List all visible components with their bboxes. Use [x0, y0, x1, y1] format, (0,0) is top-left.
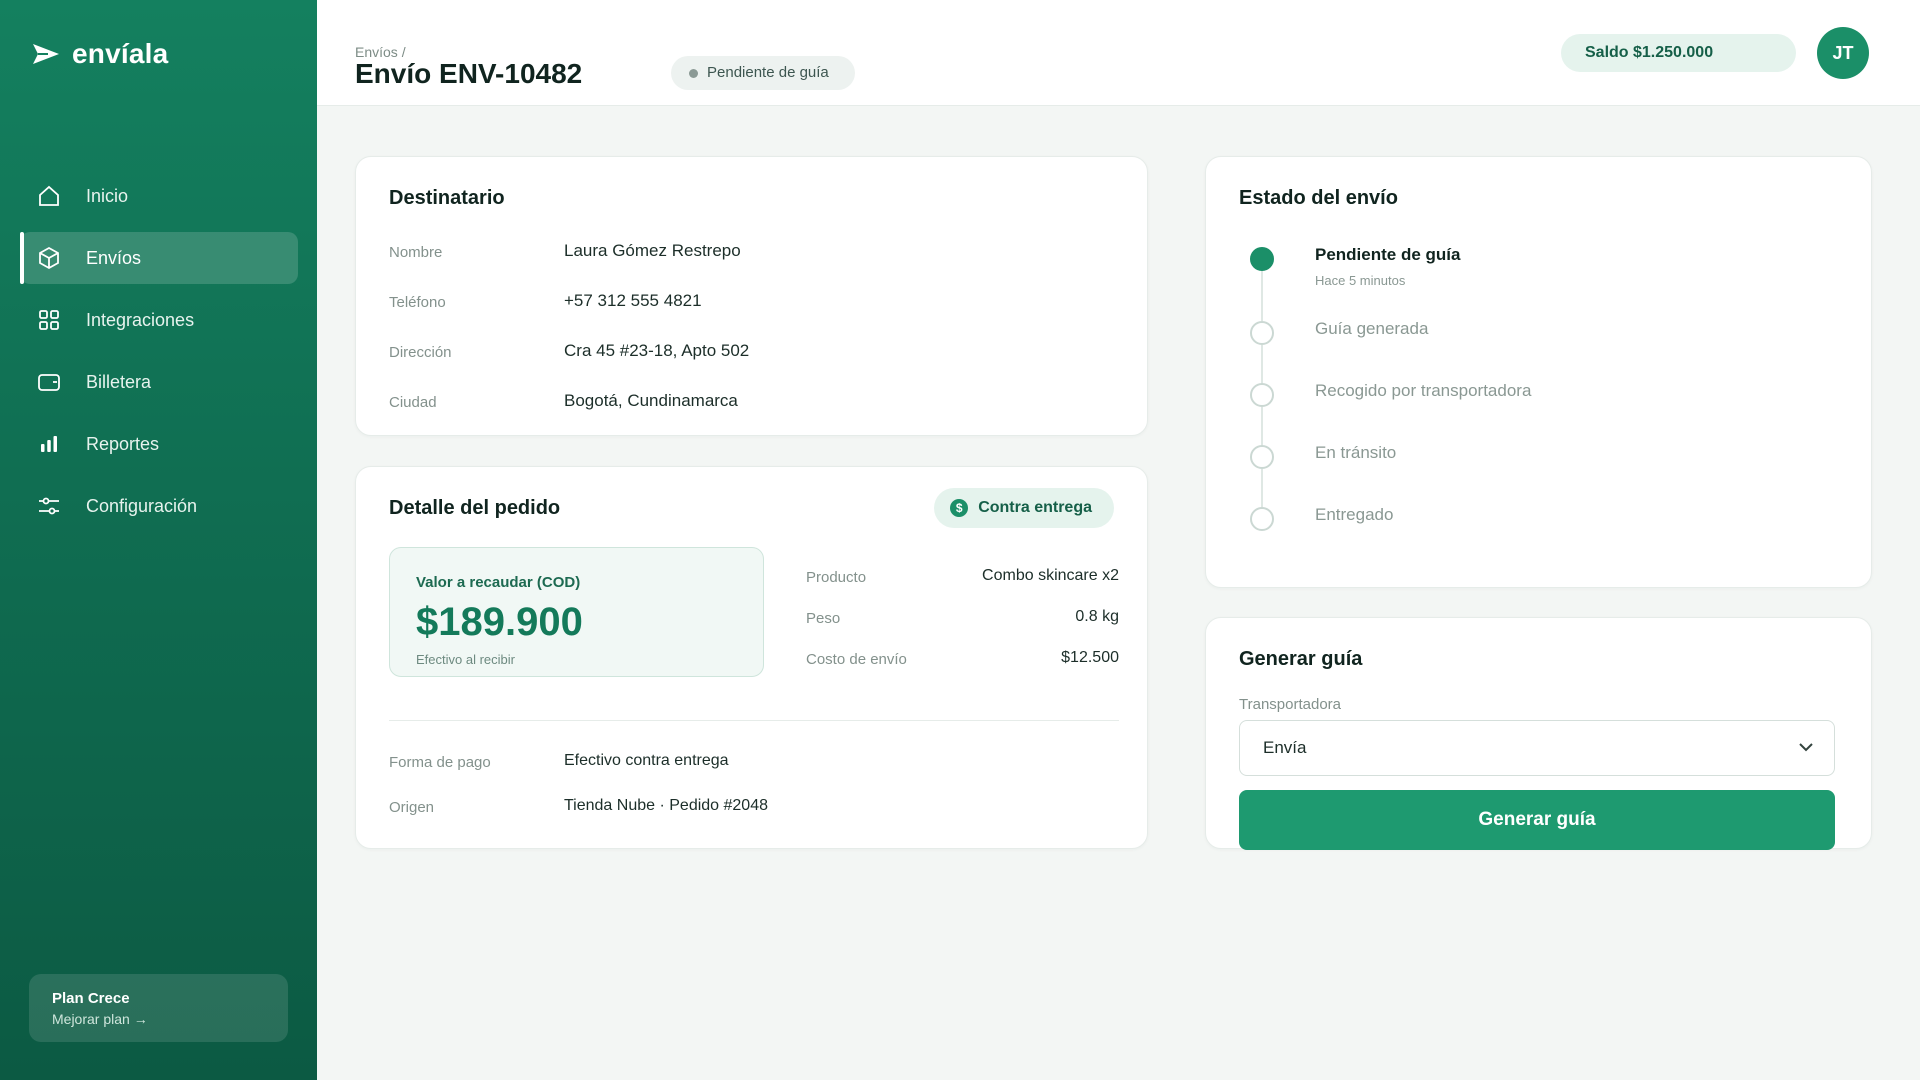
origin-value: Tienda Nube · Pedido #2048: [564, 797, 768, 814]
generate-guide-button[interactable]: Generar guía: [1239, 790, 1835, 850]
field-label: Origen: [389, 799, 435, 816]
timeline-step: Guía generada: [1250, 311, 1810, 385]
timeline-step: Recogido por transportadora: [1250, 373, 1810, 447]
avatar[interactable]: JT: [1817, 27, 1869, 79]
paper-plane-icon: [33, 44, 59, 64]
sidebar-item-configuracion[interactable]: Configuración: [20, 480, 298, 532]
step-dot-pending: [1250, 445, 1274, 469]
weight-value: 0.8 kg: [1075, 608, 1119, 625]
plan-card[interactable]: Plan Crece Mejorar plan →: [29, 974, 288, 1042]
package-icon: [36, 245, 62, 271]
brand-logo[interactable]: envíala: [32, 38, 168, 70]
chevron-down-icon: [1799, 743, 1813, 752]
field-label: Nombre: [389, 244, 443, 261]
shipping-cost-value: $12.500: [1061, 649, 1119, 666]
sidebar-item-label: Reportes: [86, 433, 160, 454]
step-dot-pending: [1250, 507, 1274, 531]
card-title: Destinatario: [389, 187, 505, 209]
recipient-address: Cra 45 #23-18, Apto 502: [564, 341, 750, 360]
carrier-label: Transportadora: [1239, 696, 1341, 713]
carrier-selected-value: Envía: [1263, 738, 1307, 757]
generate-guide-card: Generar guía Transportadora Envía Genera…: [1205, 617, 1872, 850]
step-dot-pending: [1250, 383, 1274, 407]
cod-label: Valor a recaudar (COD): [416, 574, 581, 591]
product-value: Combo skincare x2: [982, 567, 1119, 584]
sidebar-item-label: Inicio: [86, 185, 129, 206]
timeline-step: Pendiente de guía Hace 5 minutos: [1250, 237, 1810, 321]
step-label: Guía generada: [1315, 319, 1429, 338]
detail-label: Producto: [806, 569, 867, 586]
sidebar-item-label: Envíos: [86, 247, 142, 268]
plan-title: Plan Crece: [52, 990, 130, 1007]
brand-name: envíala: [72, 38, 169, 69]
sidebar-item-label: Billetera: [86, 371, 152, 392]
recipient-card: Destinatario Nombre Laura Gómez Restrepo…: [355, 156, 1148, 436]
step-dot-pending: [1250, 321, 1274, 345]
sidebar-item-integraciones[interactable]: Integraciones: [20, 294, 298, 346]
grid-icon: [36, 307, 62, 333]
timeline-step: Entregado: [1250, 497, 1810, 559]
recipient-phone: +57 312 555 4821: [564, 291, 702, 310]
payment-type-chip: $ Contra entrega: [934, 488, 1114, 528]
chip-label: Contra entrega: [978, 499, 1092, 516]
step-dot-complete: [1250, 247, 1274, 271]
cod-note: Efectivo al recibir: [416, 652, 515, 667]
sidebar-item-reportes[interactable]: Reportes: [20, 418, 298, 470]
payment-method-value: Efectivo contra entrega: [564, 752, 729, 769]
detail-label: Peso: [806, 610, 841, 627]
home-icon: [36, 183, 62, 209]
card-title: Estado del envío: [1239, 187, 1398, 209]
sidebar: envíala Inicio Envíos Integraciones Bill…: [0, 0, 317, 1080]
page-title: Envío ENV-10482: [355, 58, 583, 89]
sidebar-item-label: Integraciones: [86, 309, 195, 330]
dollar-coin-icon: $: [950, 499, 969, 517]
timeline-step: En tránsito: [1250, 435, 1810, 509]
detail-label: Costo de envío: [806, 651, 907, 668]
top-header: Envíos / Envío ENV-10482 Pendiente de gu…: [317, 0, 1920, 106]
order-detail-card: Detalle del pedido $ Contra entrega Valo…: [355, 466, 1148, 849]
upgrade-plan-link[interactable]: Mejorar plan →: [52, 1011, 265, 1027]
cod-amount-box: Valor a recaudar (COD) $189.900 Efectivo…: [389, 547, 764, 677]
bar-chart-icon: [36, 431, 62, 457]
step-label: Pendiente de guía: [1315, 245, 1461, 264]
card-title: Detalle del pedido: [389, 497, 561, 519]
sliders-icon: [36, 493, 62, 519]
balance-badge[interactable]: Saldo $1.250.000: [1561, 34, 1796, 72]
step-time: Hace 5 minutos: [1315, 273, 1406, 288]
shipment-status-card: Estado del envío Pendiente de guía Hace …: [1205, 156, 1872, 588]
sidebar-item-inicio[interactable]: Inicio: [20, 170, 298, 222]
step-label: En tránsito: [1315, 443, 1397, 462]
field-label: Dirección: [389, 344, 452, 361]
status-timeline: Pendiente de guía Hace 5 minutos Guía ge…: [1250, 237, 1810, 559]
recipient-city: Bogotá, Cundinamarca: [564, 391, 738, 410]
wallet-icon: [36, 369, 62, 395]
card-title: Generar guía: [1239, 648, 1363, 670]
recipient-name: Laura Gómez Restrepo: [564, 241, 741, 260]
carrier-select[interactable]: Envía: [1239, 720, 1835, 776]
field-label: Ciudad: [389, 394, 437, 411]
field-label: Teléfono: [389, 294, 446, 311]
field-label: Forma de pago: [389, 754, 491, 771]
status-badge: Pendiente de guía: [671, 56, 855, 90]
cod-value: $189.900: [416, 600, 583, 644]
step-label: Recogido por transportadora: [1315, 381, 1532, 400]
sidebar-item-label: Configuración: [86, 495, 198, 516]
sidebar-nav: Inicio Envíos Integraciones Billetera Re…: [20, 170, 298, 542]
step-label: Entregado: [1315, 505, 1394, 524]
sidebar-item-envios[interactable]: Envíos: [20, 232, 298, 284]
divider: [389, 720, 1119, 721]
sidebar-item-billetera[interactable]: Billetera: [20, 356, 298, 408]
